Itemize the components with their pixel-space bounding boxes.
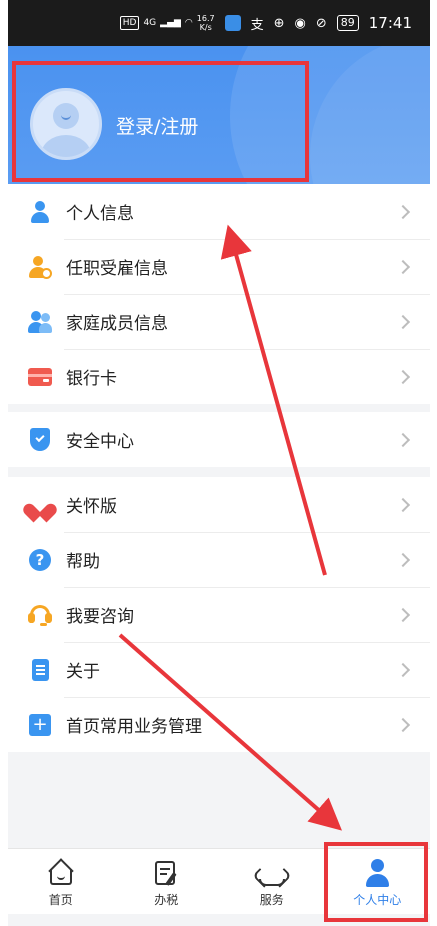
headset-icon <box>28 603 52 627</box>
chevron-right-icon <box>395 369 411 384</box>
heart-icon <box>20 493 60 522</box>
employment-icon <box>28 255 52 279</box>
tab-service[interactable]: 服务 <box>219 849 325 914</box>
menu-item-consult[interactable]: 我要咨询 <box>8 587 430 642</box>
plus-icon: + <box>28 713 52 737</box>
menu-item-personal-info[interactable]: 个人信息 <box>8 184 430 239</box>
nfc-icon: ⊕ <box>273 15 285 31</box>
menu-group-other: 关怀版 ? 帮助 我要咨询 关于 + 首页常用业务管理 <box>8 477 430 752</box>
login-register-link[interactable]: 登录/注册 <box>116 112 198 139</box>
battery-icon: 89 <box>336 15 359 31</box>
network-indicator: HD 4G ▂▄▆ ◠ 16.7 K/s <box>119 14 215 32</box>
chevron-right-icon <box>395 497 411 512</box>
chevron-right-icon <box>395 204 411 219</box>
signal-icon: ▂▄▆ <box>160 18 181 28</box>
chevron-right-icon <box>395 259 411 274</box>
tab-label: 个人中心 <box>353 893 402 907</box>
menu-item-home-business-management[interactable]: + 首页常用业务管理 <box>8 697 430 752</box>
tab-personal-center[interactable]: 个人中心 <box>325 849 431 914</box>
menu-item-label: 首页常用业务管理 <box>66 717 202 737</box>
menu-item-label: 任职受雇信息 <box>66 259 168 279</box>
menu-item-label: 安全中心 <box>66 432 134 452</box>
menu-item-label: 家庭成员信息 <box>66 314 168 334</box>
hd-badge: HD <box>119 16 140 30</box>
family-icon <box>28 310 52 334</box>
person-icon <box>28 200 52 224</box>
speed-value: 16.7 <box>196 14 215 23</box>
chevron-right-icon <box>395 607 411 622</box>
wifi-icon: ◠ <box>184 18 193 28</box>
chevron-right-icon <box>395 717 411 732</box>
chevron-right-icon <box>395 314 411 329</box>
network-speed: 16.7 K/s <box>197 14 215 32</box>
status-bar: HD 4G ▂▄▆ ◠ 16.7 K/s 支 ⊕ ◉ ⊘ 89 17:41 <box>8 0 430 46</box>
document-icon <box>28 658 52 682</box>
menu-item-label: 帮助 <box>66 552 100 572</box>
bottom-tab-bar: 首页 办税 服务 个人中心 <box>8 848 430 914</box>
menu-item-label: 银行卡 <box>66 369 117 389</box>
speed-unit: K/s <box>199 23 212 32</box>
help-glyph: ? <box>29 548 51 571</box>
menu-item-employment-info[interactable]: 任职受雇信息 <box>8 239 430 294</box>
menu-item-about[interactable]: 关于 <box>8 642 430 697</box>
menu-item-care-mode[interactable]: 关怀版 <box>8 477 430 532</box>
mute-icon: ⊘ <box>315 15 327 31</box>
menu-group-personal: 个人信息 任职受雇信息 家庭成员信息 银行卡 <box>8 184 430 404</box>
avatar[interactable] <box>30 88 102 160</box>
tab-home[interactable]: 首页 <box>8 849 114 914</box>
menu-item-label: 关怀版 <box>66 497 117 517</box>
chevron-right-icon <box>395 662 411 677</box>
tab-label: 办税 <box>154 893 179 907</box>
tax-icon <box>152 859 180 887</box>
phone-screen: HD 4G ▂▄▆ ◠ 16.7 K/s 支 ⊕ ◉ ⊘ 89 17:41 登录… <box>8 0 430 926</box>
profile-header[interactable]: 登录/注册 <box>8 46 430 184</box>
chevron-right-icon <box>395 552 411 567</box>
menu-item-security-center[interactable]: 安全中心 <box>8 412 430 467</box>
shield-icon <box>28 427 52 452</box>
menu-item-help[interactable]: ? 帮助 <box>8 532 430 587</box>
home-icon <box>47 858 75 887</box>
network-type: 4G <box>143 18 157 28</box>
profile-icon <box>363 859 391 887</box>
plus-glyph: + <box>29 713 51 736</box>
eye-icon: ◉ <box>294 15 306 31</box>
notification-app-icon <box>224 15 241 31</box>
avatar-body <box>41 135 91 157</box>
menu-item-bank-card[interactable]: 银行卡 <box>8 349 430 404</box>
menu-item-family-info[interactable]: 家庭成员信息 <box>8 294 430 349</box>
help-icon: ? <box>28 548 52 572</box>
service-icon <box>251 859 292 888</box>
menu-item-label: 我要咨询 <box>66 607 134 627</box>
menu-item-label: 关于 <box>66 662 100 682</box>
chevron-right-icon <box>395 432 411 447</box>
tab-tax[interactable]: 办税 <box>114 849 220 914</box>
menu-group-security: 安全中心 <box>8 412 430 467</box>
tab-label: 首页 <box>48 893 73 907</box>
clock: 17:41 <box>368 14 412 32</box>
tab-label: 服务 <box>259 893 284 907</box>
bank-card-icon <box>28 365 52 389</box>
alipay-icon: 支 <box>250 17 264 33</box>
menu-item-label: 个人信息 <box>66 204 134 224</box>
